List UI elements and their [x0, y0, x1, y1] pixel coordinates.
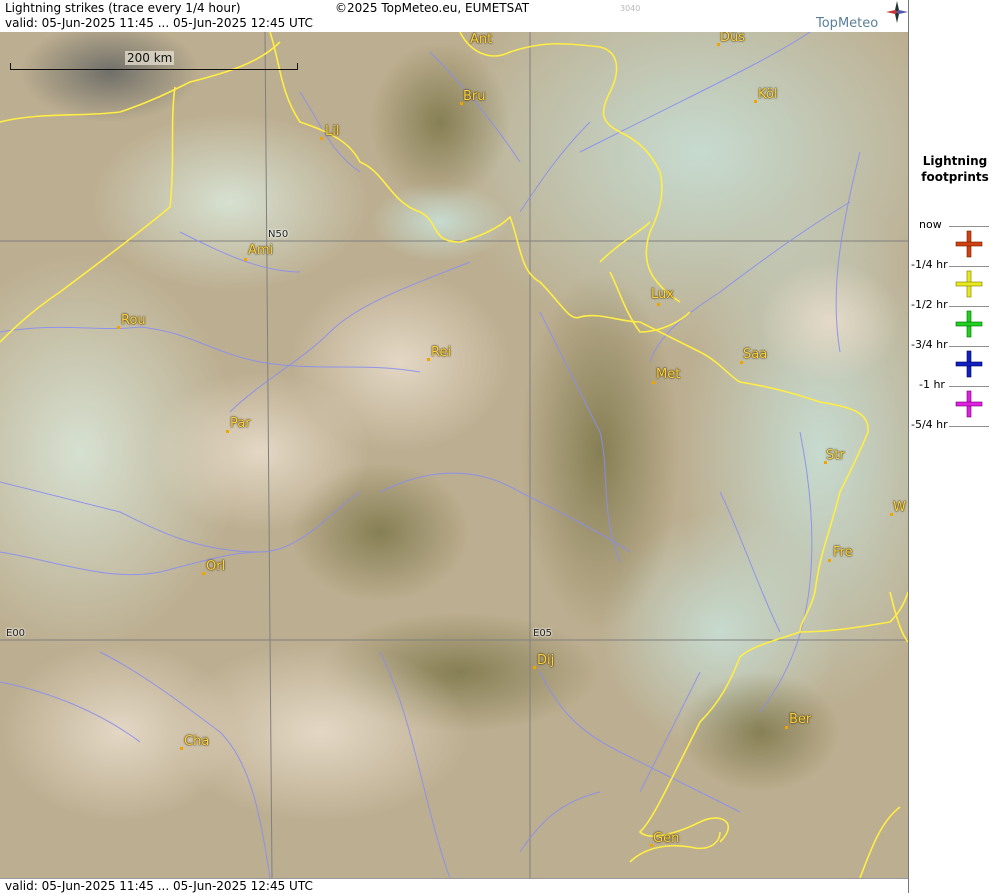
map-title: Lightning strikes (trace every 1/4 hour): [5, 1, 241, 15]
city-ant: Ant: [470, 32, 493, 47]
copyright-notice: ©2025 TopMeteo.eu, EUMETSAT: [335, 1, 530, 15]
grid-label-e00: E00: [6, 628, 26, 639]
city-ami: Ami: [244, 243, 273, 261]
city-par: Par: [226, 416, 251, 433]
city-orl: Orl: [202, 559, 225, 575]
legend-label-half: -1/2 hr: [911, 298, 948, 311]
city-bru: Bru: [460, 89, 486, 105]
footer-valid-time-range: valid: 05-Jun-2025 11:45 ... 05-Jun-2025…: [5, 879, 313, 893]
city-gen: Gen: [650, 831, 679, 847]
map-canvas: [0, 32, 908, 878]
lightning-legend: Lightning footprints now -1/4 hr -1/2 hr…: [908, 0, 1000, 893]
legend-label-now: now: [919, 218, 942, 231]
city-rei: Rei: [427, 345, 451, 361]
valid-time-range: valid: 05-Jun-2025 11:45 ... 05-Jun-2025…: [5, 16, 313, 30]
city-w: W: [890, 500, 906, 516]
map-header: Lightning strikes (trace every 1/4 hour)…: [0, 0, 908, 32]
city-fre: Fre: [828, 545, 853, 562]
city-ber: Ber: [785, 712, 811, 729]
map-code: 3040: [620, 4, 641, 13]
lightning-cross-icon-half: [955, 270, 983, 298]
city-str: Str: [824, 448, 845, 464]
grid-label-e05: E05: [533, 628, 553, 639]
city-kol: Köl: [754, 87, 777, 103]
map-footer: valid: 05-Jun-2025 11:45 ... 05-Jun-2025…: [0, 878, 908, 894]
city-lil: Lil: [320, 124, 339, 140]
lightning-cross-icon-quarter: [955, 230, 983, 258]
satellite-map[interactable]: 200 km N50 E00 E05 Ant Düs Bru Köl Lil A…: [0, 32, 908, 878]
city-rou: Rou: [117, 313, 146, 329]
city-saa: Saa: [740, 347, 767, 364]
legend-label-five-quarter: -5/4 hr: [911, 418, 948, 431]
legend-label-three-quarter: -3/4 hr: [911, 338, 948, 351]
legend-label-quarter: -1/4 hr: [911, 258, 948, 271]
city-dus: Düs: [717, 32, 745, 46]
compass-rose-icon: [886, 1, 908, 23]
scale-label: 200 km: [125, 51, 175, 65]
city-met: Met: [652, 367, 680, 384]
legend-title: Lightning footprints: [921, 154, 989, 184]
grid-label-n50: N50: [268, 229, 289, 240]
legend-label-one-hour: -1 hr: [919, 378, 945, 391]
city-cha: Cha: [180, 734, 209, 750]
scale-bar: 200 km: [10, 51, 298, 71]
city-lux: Lux: [651, 287, 674, 306]
city-dij: Dij: [533, 653, 554, 669]
lightning-cross-icon-one-hour: [955, 350, 983, 378]
topmeteo-logo[interactable]: TopMeteo: [816, 16, 878, 31]
lightning-cross-icon-five-quarter: [955, 390, 983, 418]
lightning-cross-icon-three-quarter: [955, 310, 983, 338]
